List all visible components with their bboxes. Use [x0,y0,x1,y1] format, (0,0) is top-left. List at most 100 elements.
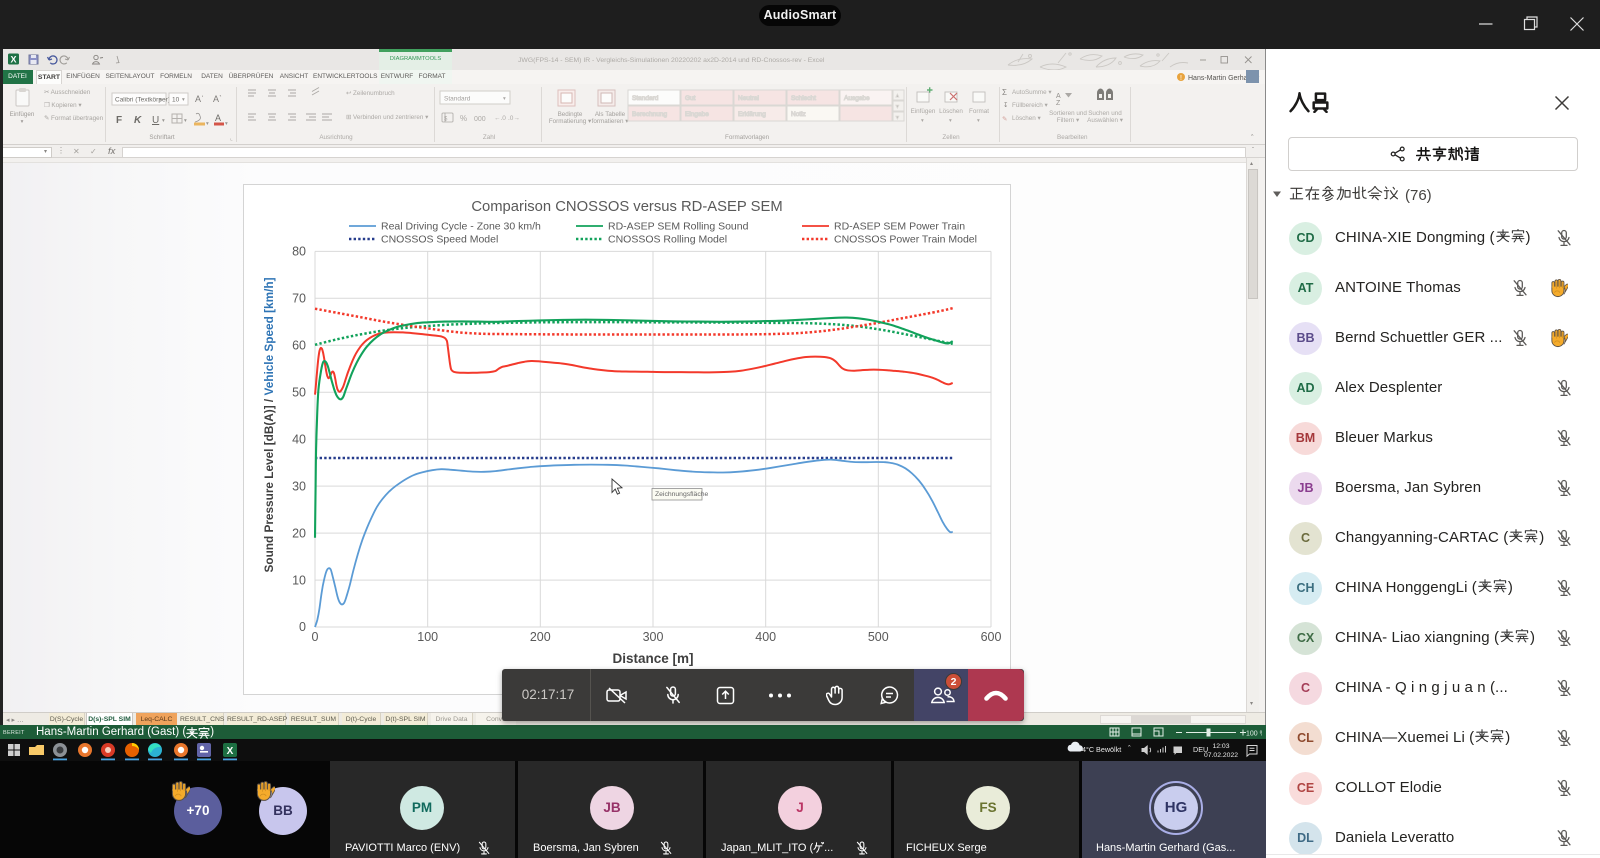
svg-text:Filtern ▾: Filtern ▾ [1057,117,1079,124]
svg-text:Schlecht: Schlecht [791,95,816,102]
svg-text:10: 10 [172,97,180,104]
svg-text:100: 100 [417,630,438,644]
svg-text:07.02.2022: 07.02.2022 [1204,752,1238,759]
svg-text:CNOSSOS Speed Model: CNOSSOS Speed Model [381,234,498,246]
svg-text:0: 0 [312,630,319,644]
svg-text:Standard: Standard [632,95,659,102]
svg-text:000: 000 [474,116,486,123]
svg-text:500: 500 [868,630,889,644]
svg-text:Aˋ: Aˋ [213,94,222,104]
svg-text:U: U [152,115,159,126]
svg-text:⊞ Verbinden und zentrieren ▾: ⊞ Verbinden und zentrieren ▾ [346,114,428,121]
svg-text:12:03: 12:03 [1212,743,1229,750]
svg-text:Aˈ: Aˈ [195,94,204,104]
svg-text:Löschen: Löschen [939,108,963,115]
svg-text:40: 40 [292,432,306,446]
svg-text:RD-ASEP SEM Power Train: RD-ASEP SEM Power Train [834,221,965,233]
svg-text:formatieren ▾: formatieren ▾ [592,118,629,125]
svg-text:50: 50 [292,385,306,399]
svg-text:Zellen: Zellen [942,134,960,141]
svg-text:60: 60 [292,339,306,353]
svg-text:▾: ▾ [159,97,162,103]
svg-text:Suchen und: Suchen und [1088,110,1122,117]
svg-text:A: A [1056,93,1061,100]
svg-text:CNOSSOS Rolling Model: CNOSSOS Rolling Model [608,234,727,246]
svg-text:▾: ▾ [896,115,899,121]
svg-text:Als Tabelle: Als Tabelle [595,111,626,118]
svg-text:Ausgabe: Ausgabe [844,95,870,102]
svg-text:Füllbereich ▾: Füllbereich ▾ [1012,102,1048,109]
svg-text:Real Driving Cycle - Zone 30 k: Real Driving Cycle - Zone 30 km/h [381,221,541,233]
svg-text:▾: ▾ [162,118,165,124]
svg-text:⌞: ⌞ [230,136,233,142]
svg-text:Zahl: Zahl [483,134,495,141]
svg-text:200: 200 [530,630,551,644]
svg-text:30: 30 [292,479,306,493]
svg-text:100 %: 100 % [1246,731,1262,738]
svg-text:▾: ▾ [949,118,952,124]
svg-text:▴: ▴ [896,93,899,99]
svg-text:Neutral: Neutral [738,95,760,102]
svg-text:Ausrichtung: Ausrichtung [319,134,353,141]
svg-text:Notiz: Notiz [791,111,806,118]
svg-text:Z: Z [1056,100,1061,107]
svg-text:▾: ▾ [21,119,24,125]
svg-text:K: K [134,115,142,126]
svg-text:4°C Bewölkt: 4°C Bewölkt [1082,745,1121,754]
svg-text:▾: ▾ [921,118,924,124]
svg-text:600: 600 [981,630,1002,644]
svg-text:▾: ▾ [977,118,980,124]
svg-text:Sound Pressure Level [dB(A)]: Sound Pressure Level [dB(A)] / Vehicle S… [262,277,276,572]
svg-text:Eingabe: Eingabe [685,111,709,118]
svg-text:X: X [227,746,234,757]
svg-text:Berechnung: Berechnung [632,111,667,118]
svg-text:AutoSumme ▾: AutoSumme ▾ [1012,89,1052,96]
svg-text:ˆ: ˆ [1251,133,1254,142]
svg-text:Gut: Gut [685,95,696,102]
svg-text:Standard: Standard [444,96,471,103]
svg-text:F: F [116,115,122,126]
svg-text:0: 0 [299,620,306,634]
svg-text:20: 20 [292,526,306,540]
svg-text:✎ Format übertragen: ✎ Format übertragen [44,115,104,122]
svg-text:70: 70 [292,292,306,306]
svg-text:Distance [m]: Distance [m] [612,651,693,666]
svg-text:✎: ✎ [1002,116,1007,123]
svg-text:Einfügen: Einfügen [10,111,35,118]
svg-text:Auswählen ▾: Auswählen ▾ [1087,117,1123,124]
svg-text:A: A [215,113,221,123]
svg-text:Löschen ▾: Löschen ▾ [1012,115,1041,122]
svg-text:▾: ▾ [896,104,899,110]
svg-text:Comparison CNOSSOS versus RD-A: Comparison CNOSSOS versus RD-ASEP SEM [471,199,782,215]
svg-text:ˆ: ˆ [1128,745,1131,754]
svg-text:✂ Ausschneiden: ✂ Ausschneiden [44,89,91,96]
svg-text:%: % [460,114,467,123]
svg-text:Formatierung ▾: Formatierung ▾ [549,118,591,125]
svg-text:▾: ▾ [225,121,228,127]
svg-text:300: 300 [643,630,664,644]
svg-text:Format: Format [969,108,989,115]
svg-text:←.0: ←.0 [494,115,506,122]
svg-text:Einfügen: Einfügen [911,108,936,115]
svg-text:CNOSSOS Power Train Model: CNOSSOS Power Train Model [834,234,977,246]
svg-text:X: X [10,55,16,65]
svg-text:Sortieren und: Sortieren und [1049,110,1087,117]
svg-text:Bearbeiten: Bearbeiten [1057,134,1088,141]
svg-text:↩ Zeilenumbruch: ↩ Zeilenumbruch [346,90,395,97]
svg-text:Formatvorlagen: Formatvorlagen [725,134,770,141]
svg-text:Bedingte: Bedingte [558,111,583,118]
svg-text:↧: ↧ [1003,101,1008,109]
svg-text:Schriftart: Schriftart [149,134,174,141]
svg-text:❐ Kopieren ▾: ❐ Kopieren ▾ [44,102,82,109]
svg-text:10: 10 [292,573,306,587]
svg-text:▾: ▾ [206,121,209,127]
svg-text:Erklärung: Erklärung [738,111,766,118]
svg-text:!: ! [1180,75,1182,82]
svg-text:80: 80 [292,245,306,259]
svg-text:.0→: .0→ [508,115,520,122]
svg-text:Zeichnungsfläche: Zeichnungsfläche [655,491,708,498]
svg-text:▾: ▾ [184,118,187,124]
svg-text:▾: ▾ [503,96,506,102]
svg-text:▾: ▾ [182,97,185,103]
svg-text:Σ: Σ [1002,88,1007,97]
